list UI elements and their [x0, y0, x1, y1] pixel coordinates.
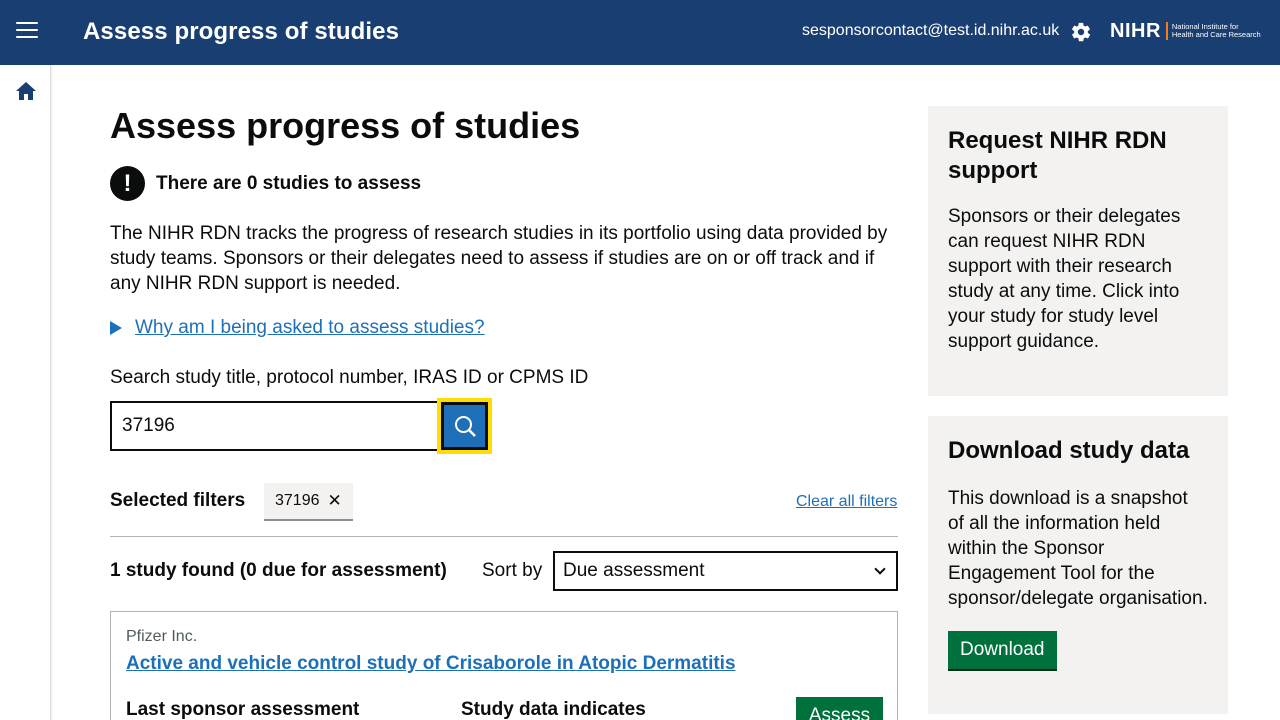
user-email: sesponsorcontact@test.id.nihr.ac.uk [802, 22, 1060, 39]
download-panel-heading: Download study data [948, 437, 1190, 464]
download-panel: Download study data This download is a s… [928, 416, 1228, 714]
intro-paragraph: The NIHR RDN tracks the progress of rese… [110, 223, 888, 294]
gear-icon[interactable] [1070, 21, 1092, 43]
download-panel-body: This download is a snapshot of all the i… [948, 488, 1208, 609]
disclosure-triangle-icon [110, 321, 122, 335]
download-button[interactable]: Download [948, 631, 1057, 669]
home-icon[interactable] [15, 81, 37, 101]
side-nav [0, 65, 51, 720]
search-icon [454, 416, 476, 437]
logo-subtitle: National Institute for Health and Care R… [1172, 23, 1261, 39]
section-divider [110, 536, 898, 537]
study-card: Pfizer Inc. Active and vehicle control s… [110, 611, 898, 720]
app-header: Assess progress of studies sesponsorcont… [0, 0, 1280, 65]
clear-filters-link[interactable]: Clear all filters [796, 493, 897, 511]
logo-divider [1165, 22, 1168, 40]
exclamation-icon: ! [110, 166, 145, 201]
page-title: Assess progress of studies [110, 105, 581, 146]
app-title: Assess progress of studies [83, 18, 400, 45]
menu-icon[interactable] [16, 22, 38, 42]
sort-label: Sort by [482, 560, 543, 581]
warning-message: There are 0 studies to assess [156, 172, 422, 194]
search-button[interactable] [437, 398, 492, 454]
support-panel: Request NIHR RDN support Sponsors or the… [928, 106, 1228, 396]
study-data-heading: Study data indicates [461, 699, 646, 720]
sort-selected-value: Due assessment [563, 560, 705, 581]
filter-tag[interactable]: 37196 ✕ [264, 483, 353, 521]
details-summary[interactable]: Why am I being asked to assess studies? [110, 317, 485, 339]
chevron-down-icon [874, 563, 886, 575]
close-icon[interactable]: ✕ [328, 491, 342, 511]
sort-select[interactable]: Due assessment [553, 551, 898, 591]
last-assessment-heading: Last sponsor assessment [126, 699, 360, 720]
assess-button[interactable]: Assess [796, 697, 883, 720]
selected-filters-label: Selected filters [110, 490, 246, 511]
support-panel-heading: Request NIHR RDN support [948, 127, 1167, 184]
details-summary-link[interactable]: Why am I being asked to assess studies? [135, 317, 485, 339]
result-count: 1 study found (0 due for assessment) [110, 560, 447, 581]
search-input[interactable] [110, 401, 439, 451]
logo-wordmark: NIHR [1110, 19, 1161, 42]
search-label: Search study title, protocol number, IRA… [110, 367, 589, 388]
search-button-face [441, 402, 488, 450]
logo-subtitle-line2: Health and Care Research [1171, 30, 1261, 39]
support-panel-body: Sponsors or their delegates can request … [948, 206, 1181, 352]
warning-text: ! There are 0 studies to assess [110, 166, 421, 201]
study-title-link[interactable]: Active and vehicle control study of Cris… [126, 653, 736, 675]
filter-tag-label: 37196 [275, 492, 320, 509]
study-sponsor: Pfizer Inc. [126, 628, 198, 645]
nihr-logo[interactable]: NIHR National Institute for Health and C… [1110, 20, 1266, 42]
